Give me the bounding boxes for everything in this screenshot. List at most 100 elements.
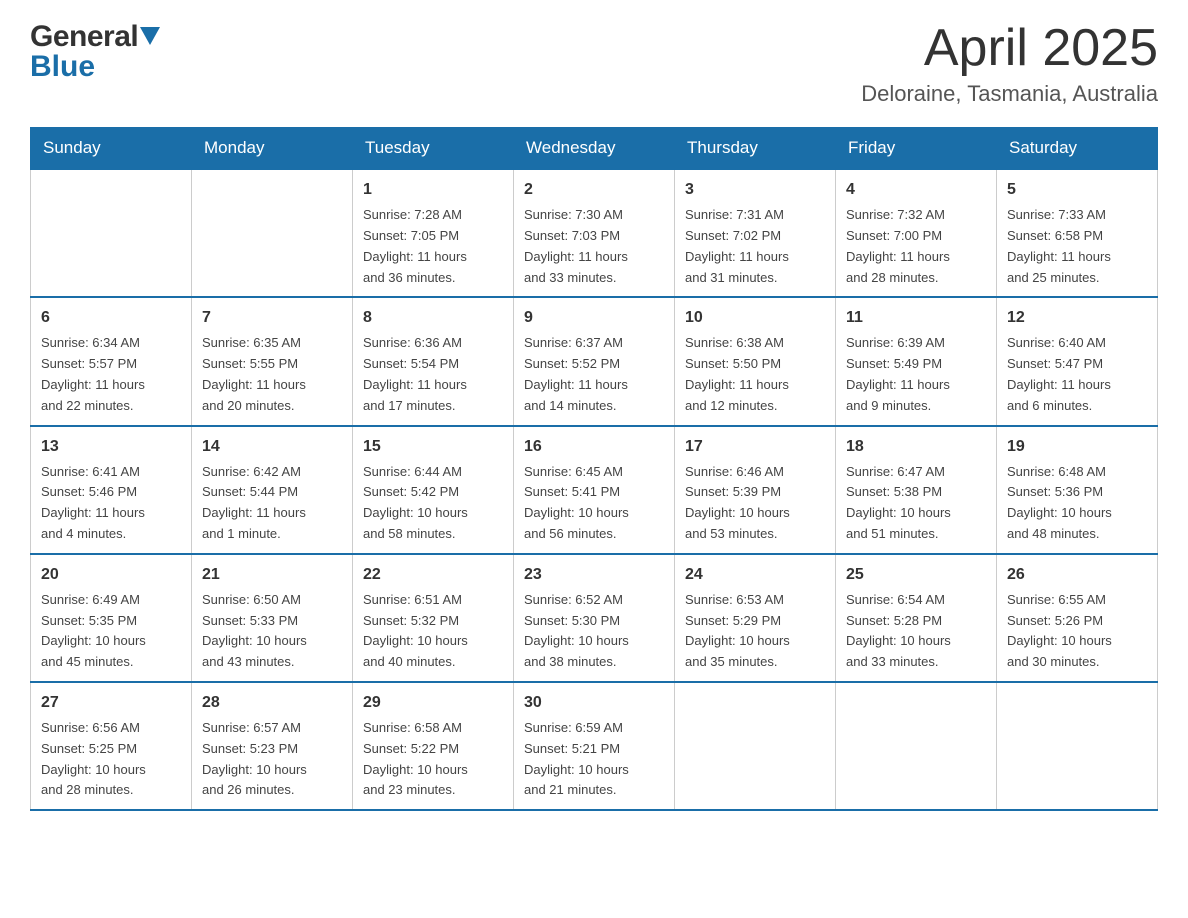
day-info: Sunrise: 6:37 AM Sunset: 5:52 PM Dayligh…	[524, 333, 664, 416]
day-number: 18	[846, 435, 986, 459]
calendar-cell: 30 Sunrise: 6:59 AM Sunset: 5:21 PM Dayli…	[514, 682, 675, 810]
day-info: Sunrise: 6:52 AM Sunset: 5:30 PM Dayligh…	[524, 590, 664, 673]
calendar-cell	[675, 682, 836, 810]
day-number: 20	[41, 563, 181, 587]
day-info: Sunrise: 6:54 AM Sunset: 5:28 PM Dayligh…	[846, 590, 986, 673]
calendar-cell: 7Sunrise: 6:35 AM Sunset: 5:55 PM Daylig…	[192, 297, 353, 425]
calendar-cell	[997, 682, 1158, 810]
day-info: Sunrise: 6:49 AM Sunset: 5:35 PM Dayligh…	[41, 590, 181, 673]
day-number: 13	[41, 435, 181, 459]
calendar-cell: 16 Sunrise: 6:45 AM Sunset: 5:41 PM Dayli…	[514, 426, 675, 554]
day-info: Sunrise: 6:53 AM Sunset: 5:29 PM Dayligh…	[685, 590, 825, 673]
calendar-cell: 19 Sunrise: 6:48 AM Sunset: 5:36 PM Dayli…	[997, 426, 1158, 554]
day-info: Sunrise: 7:30 AM Sunset: 7:03 PM Dayligh…	[524, 205, 664, 288]
calendar-cell	[31, 169, 192, 297]
day-number: 6	[41, 306, 181, 330]
page-header: General Blue April 2025 Deloraine, Tasma…	[30, 20, 1158, 107]
day-number: 11	[846, 306, 986, 330]
calendar-week-row: 6 Sunrise: 6:34 AM Sunset: 5:57 PM Daylig…	[31, 297, 1158, 425]
day-number: 16	[524, 435, 664, 459]
calendar-cell: 5Sunrise: 7:33 AM Sunset: 6:58 PM Daylig…	[997, 169, 1158, 297]
calendar-cell: 9Sunrise: 6:37 AM Sunset: 5:52 PM Daylig…	[514, 297, 675, 425]
day-number: 26	[1007, 563, 1147, 587]
day-of-week-header: Thursday	[675, 128, 836, 170]
day-number: 14	[202, 435, 342, 459]
day-number: 17	[685, 435, 825, 459]
calendar-cell: 25 Sunrise: 6:54 AM Sunset: 5:28 PM Dayli…	[836, 554, 997, 682]
calendar-week-row: 20 Sunrise: 6:49 AM Sunset: 5:35 PM Dayli…	[31, 554, 1158, 682]
day-number: 15	[363, 435, 503, 459]
day-info: Sunrise: 6:47 AM Sunset: 5:38 PM Dayligh…	[846, 462, 986, 545]
day-number: 23	[524, 563, 664, 587]
day-info: Sunrise: 6:41 AM Sunset: 5:46 PM Dayligh…	[41, 462, 181, 545]
day-of-week-header: Monday	[192, 128, 353, 170]
day-info: Sunrise: 7:33 AM Sunset: 6:58 PM Dayligh…	[1007, 205, 1147, 288]
calendar-cell: 8 Sunrise: 6:36 AM Sunset: 5:54 PM Daylig…	[353, 297, 514, 425]
calendar-cell: 13 Sunrise: 6:41 AM Sunset: 5:46 PM Dayli…	[31, 426, 192, 554]
day-number: 27	[41, 691, 181, 715]
calendar-cell: 11 Sunrise: 6:39 AM Sunset: 5:49 PM Dayli…	[836, 297, 997, 425]
day-number: 25	[846, 563, 986, 587]
day-info: Sunrise: 6:55 AM Sunset: 5:26 PM Dayligh…	[1007, 590, 1147, 673]
day-info: Sunrise: 6:44 AM Sunset: 5:42 PM Dayligh…	[363, 462, 503, 545]
day-of-week-header: Friday	[836, 128, 997, 170]
day-info: Sunrise: 6:48 AM Sunset: 5:36 PM Dayligh…	[1007, 462, 1147, 545]
day-number: 30	[524, 691, 664, 715]
calendar-cell: 15 Sunrise: 6:44 AM Sunset: 5:42 PM Dayli…	[353, 426, 514, 554]
day-number: 4	[846, 178, 986, 202]
calendar-cell: 12 Sunrise: 6:40 AM Sunset: 5:47 PM Dayli…	[997, 297, 1158, 425]
day-number: 10	[685, 306, 825, 330]
calendar-week-row: 27Sunrise: 6:56 AM Sunset: 5:25 PM Dayli…	[31, 682, 1158, 810]
day-info: Sunrise: 6:45 AM Sunset: 5:41 PM Dayligh…	[524, 462, 664, 545]
calendar-week-row: 1 Sunrise: 7:28 AM Sunset: 7:05 PM Daylig…	[31, 169, 1158, 297]
logo: General Blue	[30, 20, 160, 84]
day-of-week-header: Tuesday	[353, 128, 514, 170]
day-info: Sunrise: 7:32 AM Sunset: 7:00 PM Dayligh…	[846, 205, 986, 288]
day-number: 2	[524, 178, 664, 202]
calendar-cell: 22Sunrise: 6:51 AM Sunset: 5:32 PM Dayli…	[353, 554, 514, 682]
calendar-cell: 1 Sunrise: 7:28 AM Sunset: 7:05 PM Daylig…	[353, 169, 514, 297]
day-info: Sunrise: 6:46 AM Sunset: 5:39 PM Dayligh…	[685, 462, 825, 545]
day-info: Sunrise: 6:57 AM Sunset: 5:23 PM Dayligh…	[202, 718, 342, 801]
calendar-cell: 4 Sunrise: 7:32 AM Sunset: 7:00 PM Daylig…	[836, 169, 997, 297]
day-number: 24	[685, 563, 825, 587]
day-number: 8	[363, 306, 503, 330]
day-number: 3	[685, 178, 825, 202]
title-area: April 2025 Deloraine, Tasmania, Australi…	[861, 20, 1158, 107]
day-info: Sunrise: 6:39 AM Sunset: 5:49 PM Dayligh…	[846, 333, 986, 416]
logo-blue-text: Blue	[30, 50, 95, 83]
calendar-cell: 14 Sunrise: 6:42 AM Sunset: 5:44 PM Dayli…	[192, 426, 353, 554]
calendar-cell	[192, 169, 353, 297]
calendar-cell: 2 Sunrise: 7:30 AM Sunset: 7:03 PM Daylig…	[514, 169, 675, 297]
calendar-cell: 20 Sunrise: 6:49 AM Sunset: 5:35 PM Dayli…	[31, 554, 192, 682]
calendar-cell: 17 Sunrise: 6:46 AM Sunset: 5:39 PM Dayli…	[675, 426, 836, 554]
calendar-table: SundayMondayTuesdayWednesdayThursdayFrid…	[30, 127, 1158, 811]
calendar-cell: 28Sunrise: 6:57 AM Sunset: 5:23 PM Dayli…	[192, 682, 353, 810]
day-of-week-header: Sunday	[31, 128, 192, 170]
day-info: Sunrise: 6:40 AM Sunset: 5:47 PM Dayligh…	[1007, 333, 1147, 416]
calendar-cell: 10 Sunrise: 6:38 AM Sunset: 5:50 PM Dayli…	[675, 297, 836, 425]
month-title: April 2025	[861, 20, 1158, 77]
day-info: Sunrise: 6:38 AM Sunset: 5:50 PM Dayligh…	[685, 333, 825, 416]
day-number: 19	[1007, 435, 1147, 459]
calendar-week-row: 13 Sunrise: 6:41 AM Sunset: 5:46 PM Dayli…	[31, 426, 1158, 554]
day-info: Sunrise: 7:28 AM Sunset: 7:05 PM Dayligh…	[363, 205, 503, 288]
day-number: 1	[363, 178, 503, 202]
calendar-cell: 26 Sunrise: 6:55 AM Sunset: 5:26 PM Dayli…	[997, 554, 1158, 682]
day-number: 12	[1007, 306, 1147, 330]
day-number: 21	[202, 563, 342, 587]
day-info: Sunrise: 6:51 AM Sunset: 5:32 PM Dayligh…	[363, 590, 503, 673]
day-info: Sunrise: 6:42 AM Sunset: 5:44 PM Dayligh…	[202, 462, 342, 545]
day-info: Sunrise: 6:36 AM Sunset: 5:54 PM Dayligh…	[363, 333, 503, 416]
day-number: 29	[363, 691, 503, 715]
day-of-week-header: Wednesday	[514, 128, 675, 170]
calendar-cell: 6 Sunrise: 6:34 AM Sunset: 5:57 PM Daylig…	[31, 297, 192, 425]
location-text: Deloraine, Tasmania, Australia	[861, 81, 1158, 107]
day-info: Sunrise: 6:58 AM Sunset: 5:22 PM Dayligh…	[363, 718, 503, 801]
logo-general-text: General	[30, 20, 138, 54]
calendar-cell: 21 Sunrise: 6:50 AM Sunset: 5:33 PM Dayli…	[192, 554, 353, 682]
day-info: Sunrise: 6:59 AM Sunset: 5:21 PM Dayligh…	[524, 718, 664, 801]
day-info: Sunrise: 6:35 AM Sunset: 5:55 PM Dayligh…	[202, 333, 342, 416]
day-info: Sunrise: 6:34 AM Sunset: 5:57 PM Dayligh…	[41, 333, 181, 416]
day-info: Sunrise: 6:50 AM Sunset: 5:33 PM Dayligh…	[202, 590, 342, 673]
